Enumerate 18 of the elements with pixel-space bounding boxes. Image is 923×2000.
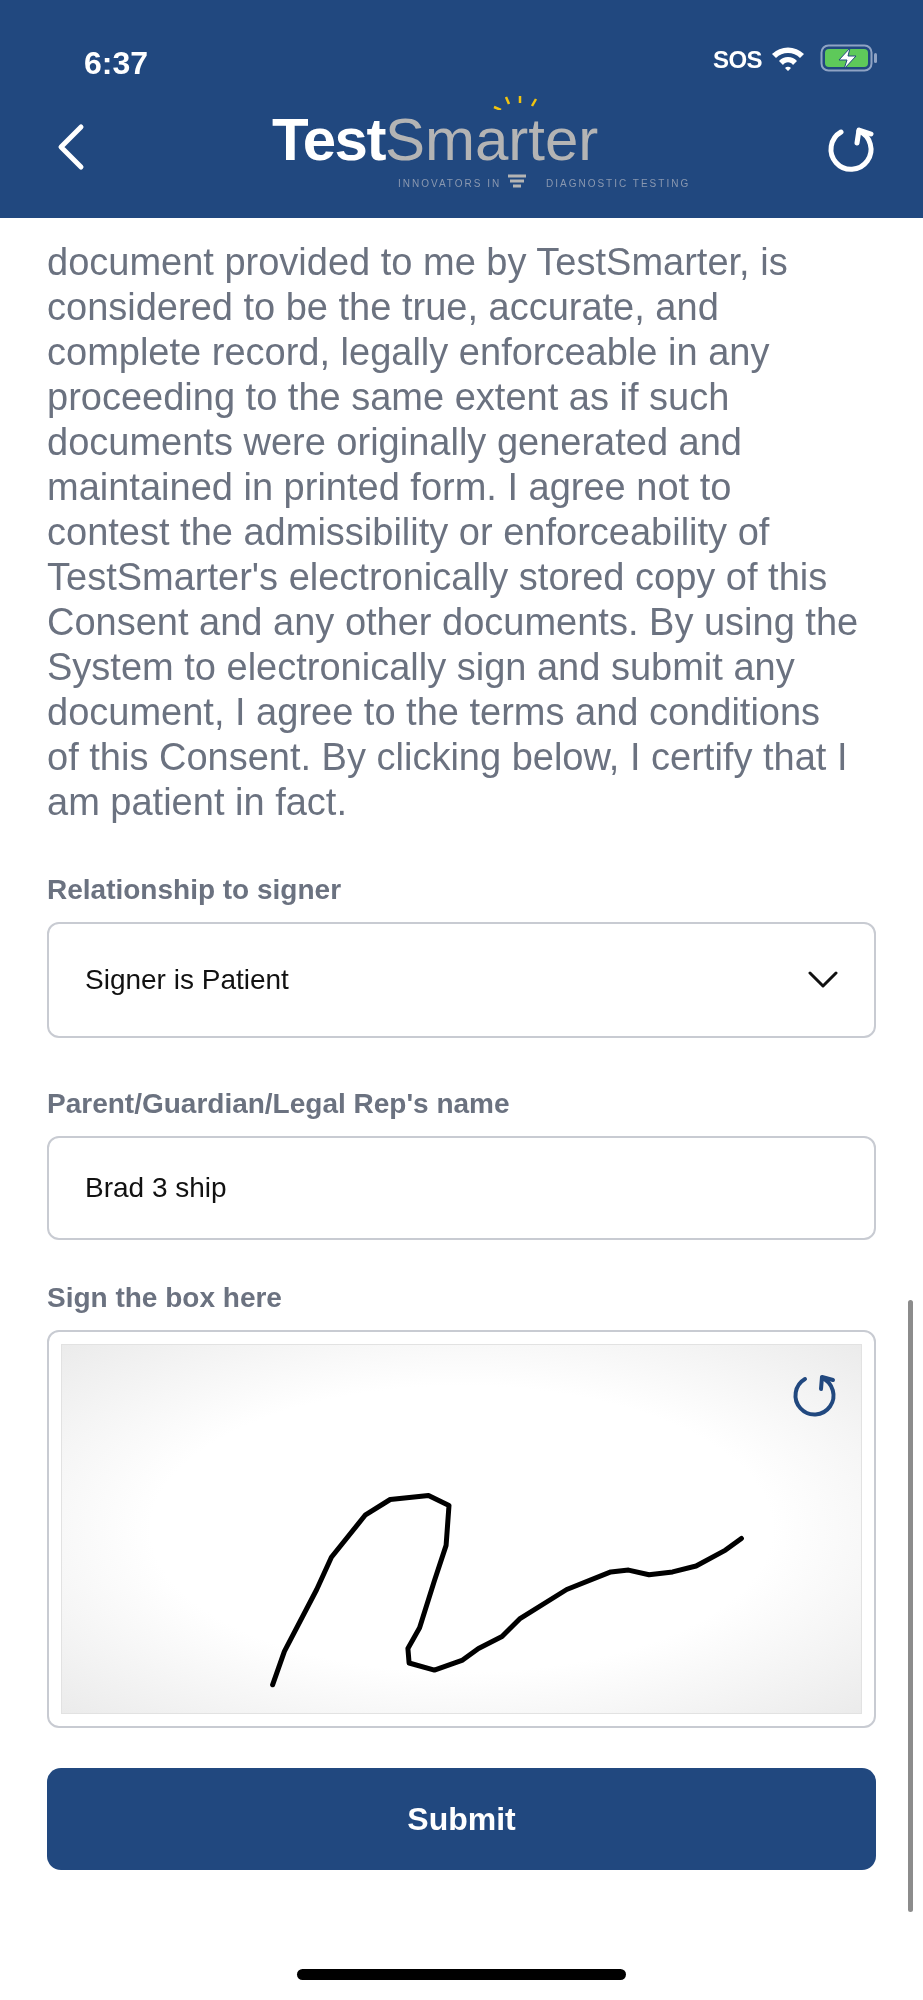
submit-button[interactable]: Submit (47, 1768, 876, 1870)
refresh-icon[interactable] (826, 125, 876, 175)
field-label: Parent/Guardian/Legal Rep's name (47, 1087, 511, 1121)
status-time: 6:37 (84, 44, 149, 83)
relationship-dropdown[interactable]: Signer is Patient (47, 922, 876, 1038)
chevron-down-icon (808, 971, 838, 989)
status-carrier: SOS (713, 45, 762, 75)
bulb-base-icon (508, 174, 526, 188)
consent-paragraph: document provided to me by TestSmarter, is considered to be the true, accurate, and complete record, legally enforceable in any proceeding to the same extent as if such documents were originally generated and maintained in printed form. I agree not to contest the admissibility or enforceability of TestSmarter's electronically stored copy of this Consent and any other documents. By using the System to electronically sign and submit any document, I agree to the terms and conditions of this Consent. By clicking below, I certify that I am patient in fact. (47, 240, 860, 825)
field-label: Sign the box here (47, 1281, 283, 1315)
field-label: Relationship to signer (47, 873, 343, 907)
logo-tagline: INNOVATORS IN (398, 177, 502, 191)
battery-icon (820, 44, 878, 72)
logo-tagline: DIAGNOSTIC TESTING (546, 177, 691, 191)
logo-text: Test (272, 110, 385, 170)
logo-text: Smarter (384, 110, 599, 170)
light-rays-icon (492, 96, 538, 110)
name-input-field[interactable]: Brad 3 ship (47, 1136, 876, 1240)
